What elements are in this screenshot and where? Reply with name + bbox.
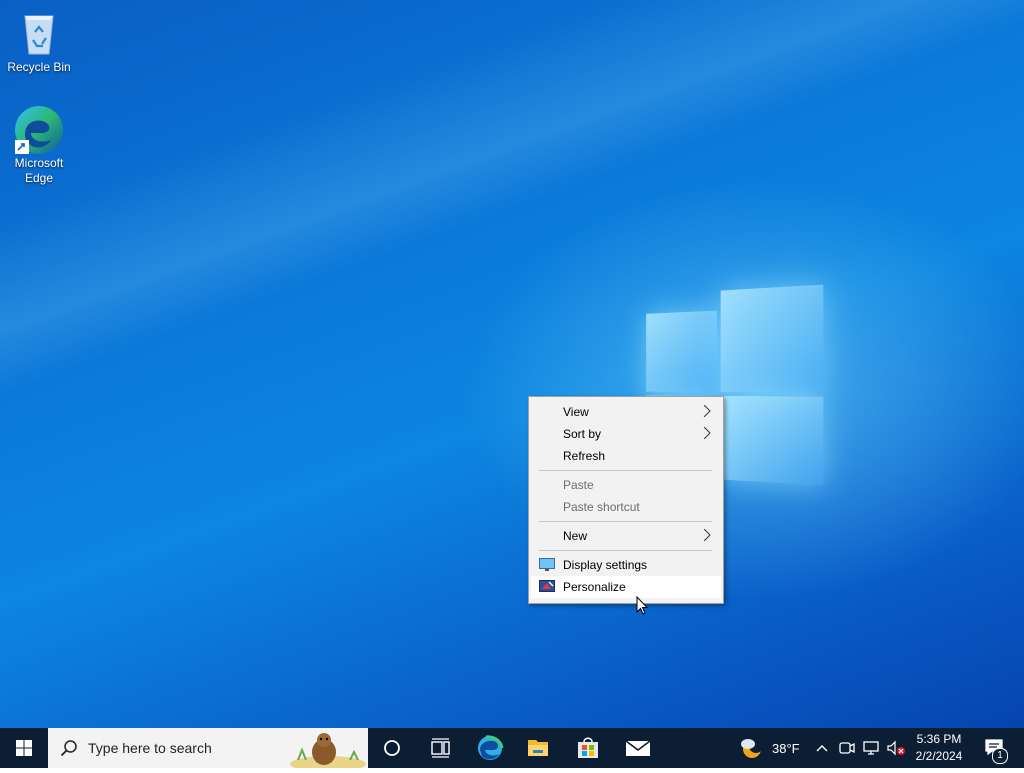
desktop[interactable]: Recycle Bin Microsoft Edge View Sort by … xyxy=(0,0,1024,728)
volume-muted-icon[interactable] xyxy=(886,740,906,756)
mail-icon xyxy=(625,740,651,756)
taskbar: Type here to search 38°F 5:36 PM 2/2/202… xyxy=(0,728,1024,768)
network-icon[interactable] xyxy=(862,740,880,756)
cortana-icon xyxy=(384,740,400,756)
menu-item-label: Personalize xyxy=(563,580,626,594)
desktop-icon-label: Recycle Bin xyxy=(7,60,71,74)
taskbar-search-box[interactable]: Type here to search xyxy=(48,728,368,768)
task-view-button[interactable] xyxy=(416,728,464,768)
recycle-bin-icon xyxy=(15,8,63,56)
weather-widget[interactable]: 38°F xyxy=(734,728,804,768)
menu-item-display-settings[interactable]: Display settings xyxy=(531,554,721,576)
windows-logo-icon xyxy=(16,740,32,756)
display-icon xyxy=(539,558,555,571)
taskbar-store-button[interactable] xyxy=(564,728,612,768)
cortana-button[interactable] xyxy=(368,728,416,768)
task-view-icon xyxy=(431,738,450,758)
menu-item-label: Sort by xyxy=(563,427,602,441)
search-placeholder: Type here to search xyxy=(88,740,212,756)
menu-item-label: Refresh xyxy=(563,449,606,463)
desktop-icon-label: Microsoft Edge xyxy=(14,156,64,185)
file-explorer-icon xyxy=(528,740,548,756)
taskbar-mail-button[interactable] xyxy=(614,728,662,768)
chevron-right-icon xyxy=(703,405,711,417)
notification-count-badge: 1 xyxy=(992,748,1008,764)
menu-item-paste-shortcut[interactable]: Paste shortcut xyxy=(531,496,721,518)
menu-item-personalize[interactable]: Personalize xyxy=(531,576,721,598)
menu-item-label: New xyxy=(563,529,588,543)
menu-item-label: Paste xyxy=(563,478,594,492)
wallpaper-light-beam xyxy=(0,0,1024,728)
store-icon xyxy=(578,737,598,758)
chevron-right-icon xyxy=(703,529,711,541)
desktop-context-menu: View Sort by Refresh Paste Paste shortcu… xyxy=(528,396,724,604)
menu-item-view[interactable]: View xyxy=(531,401,721,423)
personalize-icon xyxy=(539,580,555,592)
menu-item-new[interactable]: New xyxy=(531,525,721,547)
weather-temp: 38°F xyxy=(772,741,800,756)
menu-item-label: Paste shortcut xyxy=(563,500,640,514)
menu-separator xyxy=(539,521,712,522)
desktop-icon-recycle-bin[interactable]: Recycle Bin xyxy=(1,8,77,75)
show-hidden-icons-chevron-up-icon[interactable] xyxy=(814,740,830,756)
taskbar-clock[interactable]: 5:36 PM 2/2/2024 xyxy=(910,728,968,768)
action-center-button[interactable]: 1 xyxy=(978,728,1024,768)
desktop-icon-microsoft-edge[interactable]: Microsoft Edge xyxy=(1,104,77,186)
taskbar-file-explorer-button[interactable] xyxy=(514,728,562,768)
menu-item-label: Display settings xyxy=(563,558,648,572)
menu-item-label: View xyxy=(563,405,589,419)
weather-moon-cloud-icon xyxy=(741,739,763,758)
edge-icon xyxy=(478,735,504,760)
mouse-cursor-icon xyxy=(636,596,648,615)
menu-separator xyxy=(539,550,712,551)
taskbar-edge-button[interactable] xyxy=(466,728,514,768)
clock-time: 5:36 PM xyxy=(916,732,962,746)
start-button[interactable] xyxy=(0,728,48,768)
search-highlight-groundhog-icon xyxy=(290,733,366,768)
menu-item-refresh[interactable]: Refresh xyxy=(531,445,721,467)
chevron-right-icon xyxy=(703,427,711,439)
menu-item-sort-by[interactable]: Sort by xyxy=(531,423,721,445)
meet-now-camera-icon[interactable] xyxy=(838,740,856,756)
edge-icon xyxy=(15,104,63,154)
search-icon xyxy=(60,740,77,757)
menu-separator xyxy=(539,470,712,471)
menu-item-paste[interactable]: Paste xyxy=(531,474,721,496)
clock-date: 2/2/2024 xyxy=(915,749,963,763)
